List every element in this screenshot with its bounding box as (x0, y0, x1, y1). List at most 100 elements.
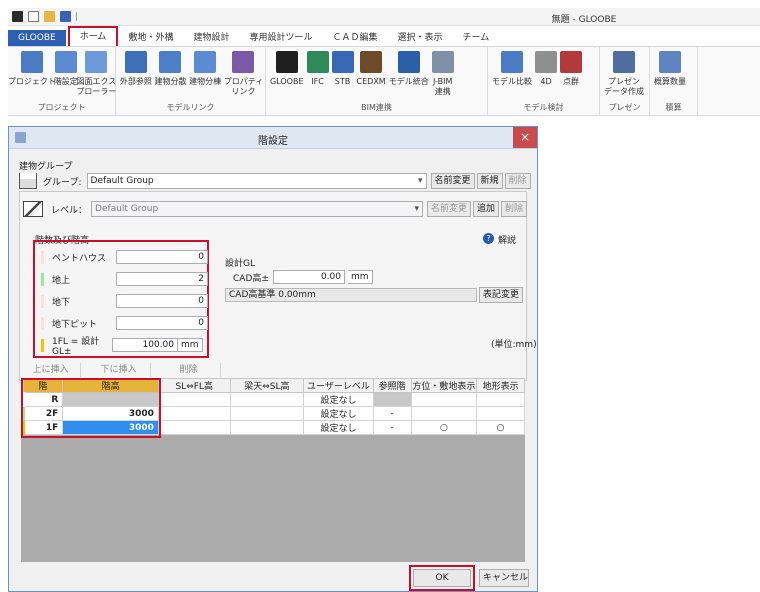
tab-4[interactable]: 専用設計ツール (239, 30, 322, 46)
table-cell-terrain[interactable] (476, 392, 525, 407)
floor-row: 1FL = 設計GL± 100.00 mm (41, 337, 203, 357)
table-cell-sl[interactable] (157, 406, 231, 421)
table-header[interactable]: SL⇔FL高 (157, 378, 231, 393)
floor-row-input[interactable]: 0 (116, 294, 208, 308)
delete-row-button[interactable]: 削除 (157, 363, 221, 377)
tab-6[interactable]: 選択・表示 (388, 30, 453, 46)
ribbon-tool-icon (331, 51, 354, 73)
table-cell-ref[interactable]: - (372, 406, 412, 421)
insert-below-button[interactable]: 下に挿入 (87, 363, 151, 377)
cad-height-input[interactable]: 0.00 (273, 270, 345, 284)
table-header[interactable]: 地形表示 (476, 378, 525, 393)
ribbon-button-2-3[interactable]: CEDXM (357, 51, 386, 97)
ribbon: プロジェクト 階設定 図面エクス プローラー プロジェクト 外部参照 建物分散 建物分棟 プロ… (8, 46, 760, 116)
table-header[interactable]: ユーザーレベル (303, 378, 374, 393)
tab-1[interactable]: ホーム (67, 26, 119, 48)
floor-row-input[interactable]: 100.00 (112, 338, 178, 352)
ribbon-tool-icon (275, 51, 298, 73)
ribbon-tool-icon (431, 51, 454, 73)
floor-row-label: 地下ピット (52, 319, 98, 330)
table-cell-user[interactable]: 設定なし (303, 392, 374, 407)
ribbon-button-1-1[interactable]: 建物分散 (154, 51, 186, 97)
level-label: レベル： (51, 205, 88, 216)
table-cell-north[interactable] (410, 392, 478, 407)
tab-0[interactable]: GLOOBE (8, 30, 66, 46)
table-cell-north[interactable] (410, 406, 478, 421)
ribbon-button-2-2[interactable]: STB (331, 51, 354, 97)
floor-row-input[interactable]: 2 (116, 272, 208, 286)
help-link[interactable]: 解説 (498, 233, 516, 246)
ribbon-button-label: J-BIM 連携 (432, 77, 453, 96)
ribbon-button-0-2[interactable]: 図面エクス プローラー (76, 51, 116, 97)
ribbon-button-5-0[interactable]: 概算数量 (654, 51, 686, 87)
ribbon-button-2-1[interactable]: IFC (306, 51, 329, 97)
cad-height-label: CAD高± (233, 273, 269, 284)
cancel-button[interactable]: キャンセル (479, 569, 529, 587)
ribbon-group-label: プロジェクト (37, 103, 86, 112)
level-add-button[interactable]: 追加 (473, 201, 500, 217)
ribbon-button-1-2[interactable]: 建物分棟 (189, 51, 221, 97)
table-cell-beam[interactable] (229, 406, 305, 421)
table-cell-north[interactable]: ○ (410, 420, 478, 435)
floor-count-panel: ペントハウス 0 地上 2 地下 0 地下ピット 0 1FL = 設計GL± 100.00 mm (33, 240, 209, 358)
table-cell-sl[interactable] (157, 392, 231, 407)
ribbon-button-1-0[interactable]: 外部参照 (120, 51, 152, 97)
building-group-icon (19, 173, 37, 189)
ribbon-tool-icon (85, 51, 108, 73)
table-header[interactable]: 参照階 (372, 378, 412, 393)
table-cell-ref[interactable] (372, 392, 412, 407)
level-delete-button[interactable]: 削除 (501, 201, 528, 217)
ribbon-tool-icon (20, 51, 43, 73)
group-new-button[interactable]: 新規 (476, 173, 503, 189)
floor-row-label: 1FL = 設計GL± (52, 336, 100, 357)
ok-button[interactable]: OK (413, 569, 471, 587)
group-rename-button[interactable]: 名前変更 (430, 173, 475, 189)
ribbon-button-2-4[interactable]: モデル統合 (389, 51, 429, 97)
group-delete-button[interactable]: 削除 (504, 173, 531, 189)
table-cell-terrain[interactable]: ○ (476, 420, 525, 435)
table-cell-user[interactable]: 設定なし (303, 420, 374, 435)
floor-row-input[interactable]: 0 (116, 316, 208, 330)
floor-row: ペントハウス 0 (41, 250, 208, 264)
ribbon-button-2-5[interactable]: J-BIM 連携 (431, 51, 454, 97)
ribbon-button-label: プレゼン データ作成 (604, 77, 644, 96)
ribbon-button-3-0[interactable]: モデル比較 (492, 51, 532, 87)
group-select[interactable]: Default Group (86, 173, 427, 189)
floor-row-unit: mm (178, 338, 203, 352)
insert-above-button[interactable]: 上に挿入 (21, 363, 81, 377)
help-icon[interactable]: ? (483, 233, 494, 244)
ribbon-group-0: プロジェクト 階設定 図面エクス プローラー プロジェクト (8, 47, 116, 115)
tab-2[interactable]: 敷地・外構 (118, 30, 183, 46)
level-rename-button[interactable]: 名前変更 (427, 201, 472, 217)
floor-row-label: ペントハウス (52, 253, 107, 264)
table-cell-terrain[interactable] (476, 406, 525, 421)
building-group-label: 建物グループ (19, 162, 73, 172)
ribbon-button-3-2[interactable]: 点群 (560, 51, 582, 87)
tab-5[interactable]: ＣＡＤ編集 (322, 30, 387, 46)
table-cell-beam[interactable] (229, 392, 305, 407)
table-header[interactable]: 方位・敷地表示 (410, 378, 478, 393)
ribbon-button-3-1[interactable]: 4D (535, 51, 557, 87)
ribbon-button-label: 建物分棟 (189, 77, 222, 86)
dialog-title-bar: 階設定 × (9, 127, 537, 149)
ribbon-button-0-0[interactable]: プロジェクト (8, 51, 56, 97)
table-cell-beam[interactable] (229, 420, 305, 435)
title-bar: 無題 - GLOOBE (8, 8, 760, 26)
ribbon-button-0-1[interactable]: 階設定 (54, 51, 78, 97)
ribbon-button-2-0[interactable]: GLOOBE (270, 51, 304, 97)
table-cell-sl[interactable] (157, 420, 231, 435)
floor-row-input[interactable]: 0 (116, 250, 208, 264)
ribbon-tabs: GLOOBE ホーム 敷地・外構 建物設計 専用設計ツール ＣＡＤ編集 選択・表示 チーム (8, 26, 500, 48)
ribbon-button-1-3[interactable]: プロパティ リンク (224, 51, 263, 97)
table-cell-ref[interactable]: - (372, 420, 412, 435)
table-header[interactable]: 梁天⇔SL高 (229, 378, 305, 393)
close-button[interactable]: × (513, 127, 537, 148)
notation-change-button[interactable]: 表記変更 (479, 287, 524, 303)
floor-row-label: 地上 (52, 275, 71, 286)
tab-3[interactable]: 建物設計 (183, 30, 239, 46)
tab-7[interactable]: チーム (453, 30, 500, 46)
ribbon-button-4-0[interactable]: プレゼン データ作成 (604, 51, 644, 97)
table-cell-user[interactable]: 設定なし (303, 406, 374, 421)
level-select[interactable]: Default Group (91, 201, 424, 217)
ribbon-group-5: 概算数量 積算 (650, 47, 698, 115)
